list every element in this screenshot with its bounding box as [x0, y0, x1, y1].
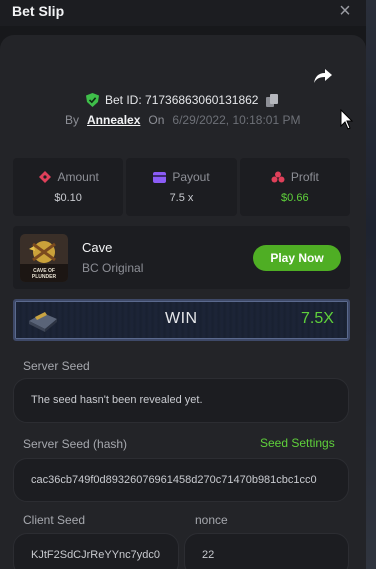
server-seed-field[interactable]: The seed hasn't been revealed yet. — [13, 378, 349, 423]
amount-value: $0.10 — [54, 192, 82, 204]
payout-value: 7.5 x — [169, 192, 194, 204]
profit-label-row: Profit — [271, 170, 319, 184]
treasure-chest-icon — [29, 312, 57, 332]
bet-author-row: By Annealex On 6/29/2022, 10:18:01 PM — [65, 111, 301, 129]
bet-stats: Amount $0.10 Payout 7.5 x Profit $0.66 — [13, 158, 350, 216]
client-seed-label: Client Seed — [23, 513, 86, 527]
bet-slip-title: Bet Slip — [12, 3, 65, 19]
payout-card-icon — [153, 171, 167, 183]
nonce-label: nonce — [195, 513, 228, 527]
result-multiplier: 7.5X — [301, 310, 334, 327]
payout-label: Payout — [172, 170, 210, 184]
game-name: Cave — [82, 240, 113, 255]
user-link[interactable]: Annealex — [87, 113, 140, 127]
game-card: CAVE OF PLUNDER Cave BC Original Play No… — [13, 226, 350, 289]
nonce-field[interactable]: 22 — [184, 533, 349, 569]
client-seed-field[interactable]: KJtF2SdCJrReYYnc7ydc0 — [13, 533, 179, 569]
profit-coins-icon — [271, 171, 285, 183]
cave-of-plunder-logo: CAVE OF PLUNDER — [20, 234, 68, 282]
close-button[interactable]: × — [335, 1, 355, 21]
server-seed-hash-label: Server Seed (hash) — [23, 437, 128, 451]
share-icon[interactable] — [312, 66, 334, 86]
game-thumbnail[interactable]: CAVE OF PLUNDER — [20, 234, 68, 282]
on-label: On — [148, 113, 165, 127]
copy-icon[interactable] — [266, 93, 279, 107]
seed-settings-link[interactable]: Seed Settings — [260, 436, 335, 450]
amount-stat: Amount $0.10 — [13, 158, 124, 216]
play-now-button[interactable]: Play Now — [253, 245, 341, 271]
amount-label: Amount — [57, 170, 99, 184]
payout-label-row: Payout — [153, 170, 210, 184]
profit-value: $0.66 — [281, 192, 309, 204]
amount-ticket-icon — [39, 171, 52, 183]
by-label: By — [65, 113, 80, 127]
bet-id-row: Bet ID: 717368630601318​62 — [86, 91, 279, 109]
server-seed-label: Server Seed — [23, 359, 90, 373]
game-provider: BC Original — [82, 261, 144, 275]
result-label: WIN — [165, 310, 198, 327]
bet-date: 6/29/2022, 10:18:01 PM — [172, 113, 301, 127]
amount-label-row: Amount — [37, 170, 99, 184]
bet-id-text: Bet ID: 717368630601318​62 — [105, 93, 259, 107]
background-page-edge — [366, 0, 376, 569]
mouse-cursor-icon — [340, 109, 354, 130]
server-seed-hash-field[interactable]: cac36cb749f0d89326076961458d270c71470b98… — [13, 458, 349, 502]
profit-stat: Profit $0.66 — [239, 158, 350, 216]
profit-label: Profit — [290, 170, 319, 184]
payout-stat: Payout 7.5 x — [126, 158, 237, 216]
bet-slip-header: Bet Slip × — [0, 0, 366, 26]
result-banner: WIN 7.5X — [13, 299, 350, 341]
svg-text:PLUNDER: PLUNDER — [32, 274, 57, 280]
verified-shield-icon — [86, 93, 99, 107]
